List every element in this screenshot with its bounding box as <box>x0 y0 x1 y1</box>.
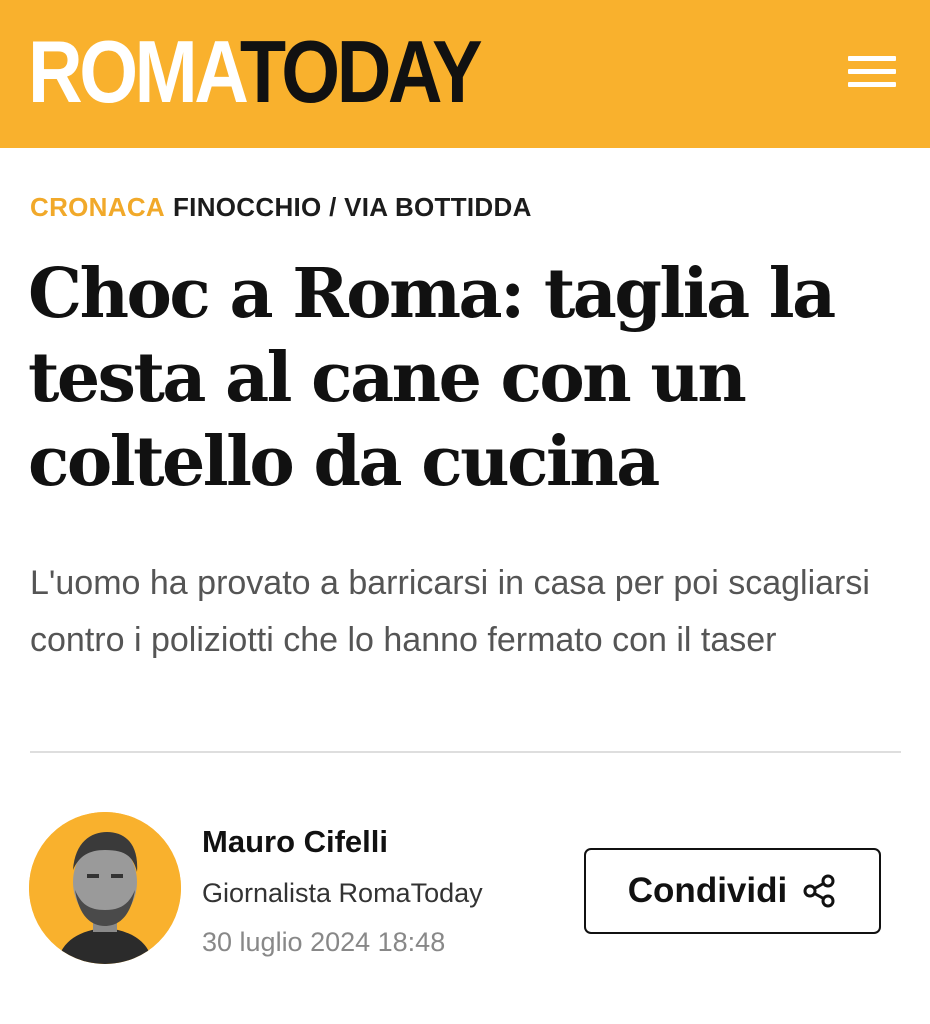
author-name[interactable]: Mauro Cifelli <box>202 824 388 860</box>
logo-today: TODAY <box>239 22 483 121</box>
publish-date: 30 luglio 2024 18:48 <box>202 927 446 957</box>
site-logo[interactable]: ROMATODAY <box>28 22 483 121</box>
menu-bar <box>848 56 896 61</box>
location-link[interactable]: FINOCCHIO / VIA BOTTIDDA <box>173 192 532 222</box>
site-header: ROMATODAY <box>0 0 930 148</box>
article-subtitle: L'uomo ha provato a barricarsi in casa p… <box>30 564 870 659</box>
share-button-label: Condividi <box>627 871 788 910</box>
share-button[interactable]: Condividi <box>584 848 881 934</box>
hamburger-menu-icon[interactable] <box>846 52 898 92</box>
breadcrumb: CRONACA FINOCCHIO / VIA BOTTIDDA <box>30 192 532 223</box>
divider <box>30 751 901 753</box>
share-icon <box>803 874 835 908</box>
article-headline: Choc a Roma: taglia la testa al cane con… <box>28 254 836 502</box>
menu-bar <box>848 82 896 87</box>
menu-bar <box>848 69 896 74</box>
author-avatar[interactable] <box>29 812 181 964</box>
author-role: Giornalista RomaToday <box>202 878 483 908</box>
logo-roma: ROMA <box>28 22 243 121</box>
category-link[interactable]: CRONACA <box>30 192 165 222</box>
